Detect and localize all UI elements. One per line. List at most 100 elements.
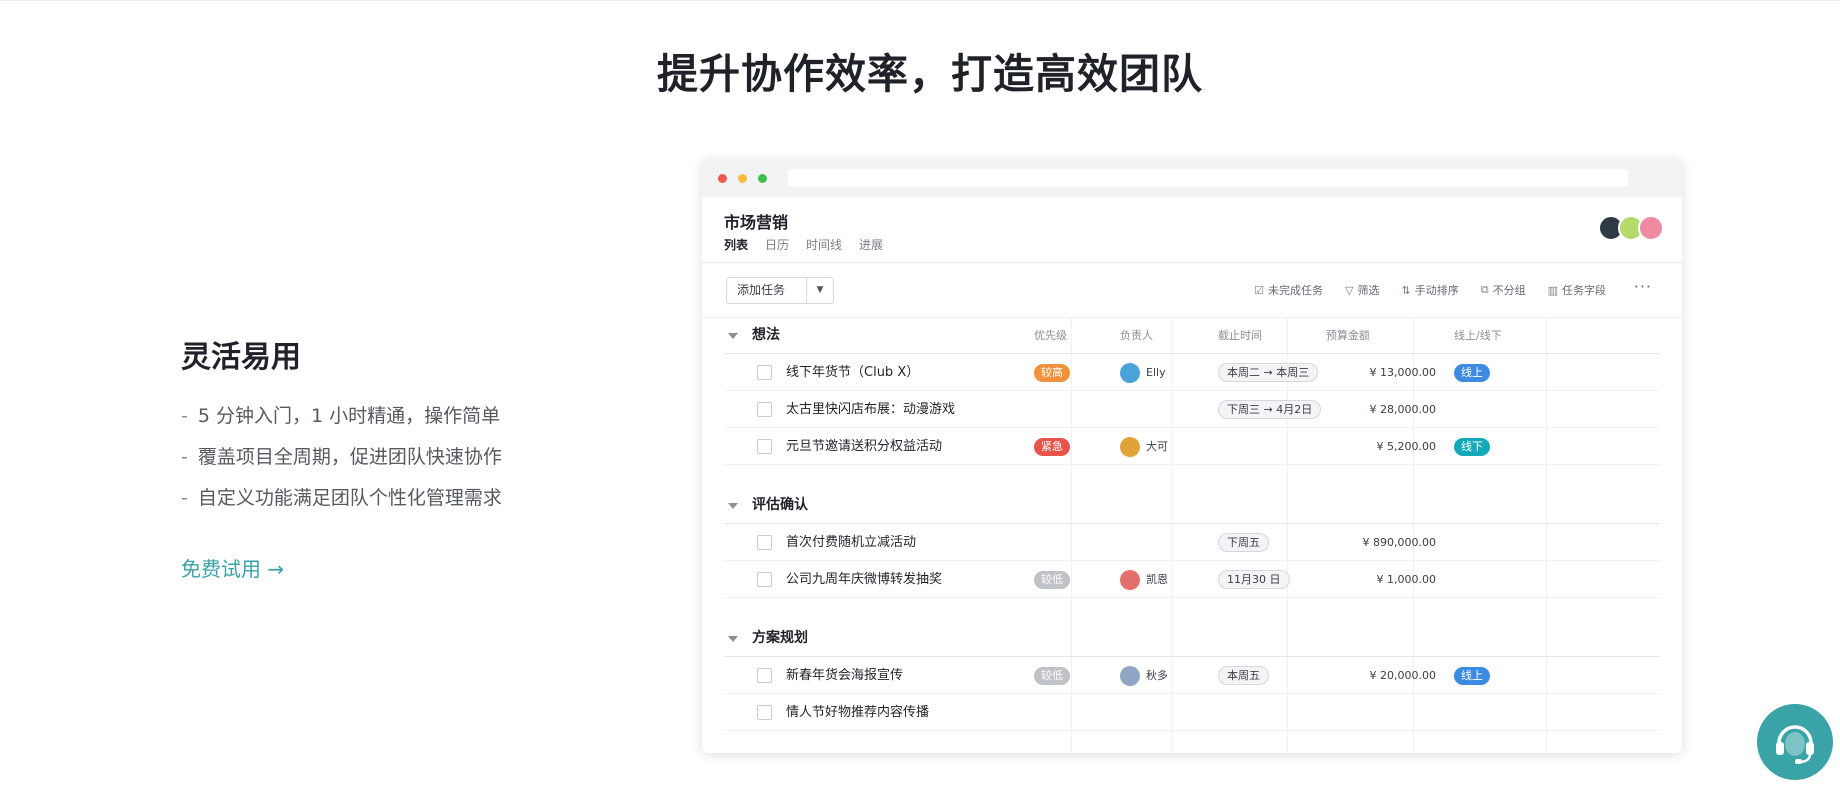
assignee[interactable]: 秋多 (1120, 657, 1168, 694)
priority-cell: 较低 (1034, 657, 1070, 694)
priority-cell: 紧急 (1034, 428, 1070, 465)
task-row[interactable]: 太古里快闪店布展：动漫游戏 下周三 → 4月2日 ¥ 28,000.00 (724, 391, 1660, 428)
task-name[interactable]: 公司九周年庆微博转发抽奖 (786, 561, 942, 598)
due-cell: 本周二 → 本周三 (1218, 354, 1319, 391)
group-row[interactable]: 评估确认 (724, 487, 1660, 524)
column-header[interactable]: 负责人 (1120, 317, 1153, 354)
project-title: 市场营销 (724, 213, 789, 232)
task-row[interactable]: 情人节好物推荐内容传播 (724, 694, 1660, 731)
priority-cell: 较低 (1034, 561, 1070, 598)
task-checkbox[interactable] (757, 439, 772, 454)
tab-timeline[interactable]: 时间线 (806, 236, 842, 253)
channel-badge[interactable]: 线下 (1454, 437, 1490, 456)
close-dot-icon (718, 174, 727, 183)
assignee-name: 大可 (1146, 440, 1168, 453)
task-checkbox[interactable] (757, 705, 772, 720)
address-bar (788, 169, 1628, 187)
task-name[interactable]: 情人节好物推荐内容传播 (786, 694, 929, 731)
due-date-badge[interactable]: 本周五 (1218, 666, 1269, 685)
assignee-name: 凯恩 (1146, 573, 1168, 586)
headset-icon (1776, 725, 1814, 764)
column-header[interactable]: 线上/线下 (1454, 317, 1502, 354)
filter-button[interactable]: ▽ 筛选 (1345, 282, 1379, 298)
app-screenshot-window: 市场营销 列表 日历 时间线 进展 添加任务 ▼ ☑ 未完成任务 ▽ 筛选 ⇅ 手动排… (702, 159, 1682, 753)
task-checkbox[interactable] (757, 402, 772, 417)
collapse-triangle-icon[interactable] (728, 502, 738, 509)
due-date-badge[interactable]: 下周五 (1218, 533, 1269, 552)
task-name[interactable]: 太古里快闪店布展：动漫游戏 (786, 391, 955, 428)
priority-cell: 较高 (1034, 354, 1070, 391)
column-header[interactable]: 预算金额 (1326, 317, 1370, 354)
columns-icon: ▥ (1547, 283, 1558, 297)
budget-amount: ¥ 5,200.00 (1376, 440, 1436, 453)
due-date-badge[interactable]: 本周二 → 本周三 (1218, 363, 1319, 382)
priority-badge[interactable]: 较低 (1034, 666, 1070, 685)
due-date-badge[interactable]: 下周三 → 4月2日 (1218, 400, 1322, 419)
add-task-label: 添加任务 (727, 278, 807, 303)
assignee[interactable]: 大可 (1120, 428, 1168, 465)
view-tabs: 列表 日历 时间线 进展 (724, 236, 883, 253)
task-checkbox[interactable] (757, 365, 772, 380)
task-name[interactable]: 新春年货会海报宣传 (786, 657, 903, 694)
budget-amount: ¥ 20,000.00 (1369, 669, 1436, 682)
assignee-name: 秋多 (1146, 669, 1168, 682)
task-name[interactable]: 首次付费随机立减活动 (786, 524, 916, 561)
more-options-icon[interactable]: ··· (1634, 277, 1652, 296)
sort-icon: ⇅ (1401, 283, 1411, 297)
budget-amount: ¥ 28,000.00 (1369, 403, 1436, 416)
channel-badge[interactable]: 线上 (1454, 363, 1490, 382)
collapse-triangle-icon[interactable] (728, 635, 738, 642)
budget-amount: ¥ 13,000.00 (1369, 366, 1436, 379)
tab-list[interactable]: 列表 (724, 236, 748, 253)
priority-badge[interactable]: 紧急 (1034, 437, 1070, 456)
channel-cell: 线上 (1454, 354, 1490, 391)
task-row[interactable]: 新春年货会海报宣传 较低 秋多 本周五 ¥ 20,000.00 线上 (724, 657, 1660, 694)
task-fields-button[interactable]: ▥ 任务字段 (1548, 282, 1606, 298)
incomplete-tasks-filter[interactable]: ☑ 未完成任务 (1254, 282, 1323, 298)
task-checkbox[interactable] (757, 572, 772, 587)
filter-icon: ▽ (1345, 283, 1354, 297)
task-checkbox[interactable] (757, 535, 772, 550)
list-toolbar: ☑ 未完成任务 ▽ 筛选 ⇅ 手动排序 ⧉ 不分组 ▥ 任务字段 (1254, 282, 1606, 298)
group-row[interactable]: 方案规划 (724, 620, 1660, 657)
customer-support-button[interactable] (1757, 704, 1833, 780)
feature-bullet: - 自定义功能满足团队个性化管理需求 (181, 487, 502, 509)
chevron-down-icon[interactable]: ▼ (807, 278, 833, 303)
member-avatars[interactable] (1598, 215, 1664, 241)
minimize-dot-icon (738, 174, 747, 183)
tab-calendar[interactable]: 日历 (765, 236, 789, 253)
budget-amount: ¥ 1,000.00 (1376, 573, 1436, 586)
task-name[interactable]: 线下年货节（Club X） (786, 354, 919, 391)
task-row[interactable]: 元旦节邀请送积分权益活动 紧急 大可 ¥ 5,200.00 线下 (724, 428, 1660, 465)
window-titlebar (702, 159, 1682, 197)
priority-badge[interactable]: 较低 (1034, 570, 1070, 589)
channel-badge[interactable]: 线上 (1454, 666, 1490, 685)
task-row[interactable]: 公司九周年庆微博转发抽奖 较低 凯恩 11月30 日 ¥ 1,000.00 (724, 561, 1660, 598)
assignee[interactable]: Elly (1120, 354, 1166, 391)
task-row[interactable]: 首次付费随机立减活动 下周五 ¥ 890,000.00 (724, 524, 1660, 561)
task-name[interactable]: 元旦节邀请送积分权益活动 (786, 428, 942, 465)
collapse-triangle-icon[interactable] (728, 333, 738, 339)
column-header[interactable]: 截止时间 (1218, 317, 1262, 354)
owner-cell: 大可 (1120, 428, 1168, 465)
avatar (1120, 362, 1140, 383)
maximize-dot-icon (758, 174, 767, 183)
due-cell: 下周五 (1218, 524, 1269, 561)
priority-badge[interactable]: 较高 (1034, 363, 1070, 382)
group-button[interactable]: ⧉ 不分组 (1481, 282, 1526, 298)
due-date-badge[interactable]: 11月30 日 (1218, 570, 1290, 589)
task-checkbox[interactable] (757, 668, 772, 683)
sort-button[interactable]: ⇅ 手动排序 (1402, 282, 1459, 298)
group-header: 想法 (728, 317, 780, 354)
add-task-button[interactable]: 添加任务 ▼ (726, 277, 834, 304)
assignee[interactable]: 凯恩 (1120, 561, 1168, 598)
feature-bullet: -5 分钟入门，1 小时精通，操作简单 (181, 405, 501, 427)
task-row[interactable]: 线下年货节（Club X） 较高 Elly 本周二 → 本周三 ¥ 13,000.00 线… (724, 354, 1660, 391)
owner-cell: Elly (1120, 354, 1166, 391)
tab-progress[interactable]: 进展 (859, 236, 883, 253)
group-row[interactable]: 想法 优先级 负责人 截止时间 预算金额 线上/线下 (724, 317, 1660, 354)
group-icon: ⧉ (1480, 283, 1489, 296)
budget-amount: ¥ 890,000.00 (1362, 536, 1436, 549)
column-header[interactable]: 优先级 (1034, 317, 1067, 354)
free-trial-link[interactable]: 免费试用 → (181, 553, 284, 582)
